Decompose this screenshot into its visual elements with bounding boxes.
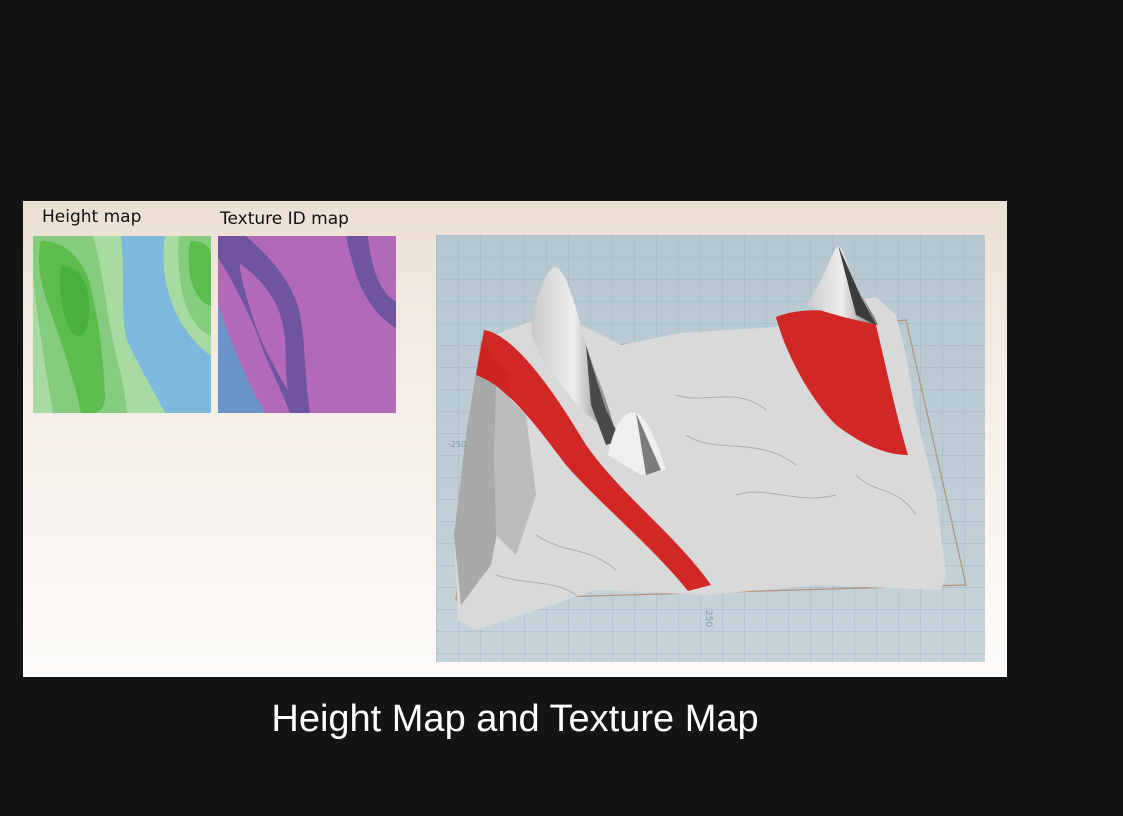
terrain-render: 250 -250 [436,235,985,662]
slide-panel: Height map Texture ID map 250 -250 [23,201,1007,677]
texture-id-map-image [218,236,396,413]
slide-caption: Height Map and Texture Map [271,698,759,740]
texture-map-label: Texture ID map [220,209,349,229]
axis-label-neg250: -250 [448,440,466,449]
axis-label-250: 250 [703,610,713,627]
height-map-label: Height map [42,207,142,227]
height-map-image [33,236,211,413]
